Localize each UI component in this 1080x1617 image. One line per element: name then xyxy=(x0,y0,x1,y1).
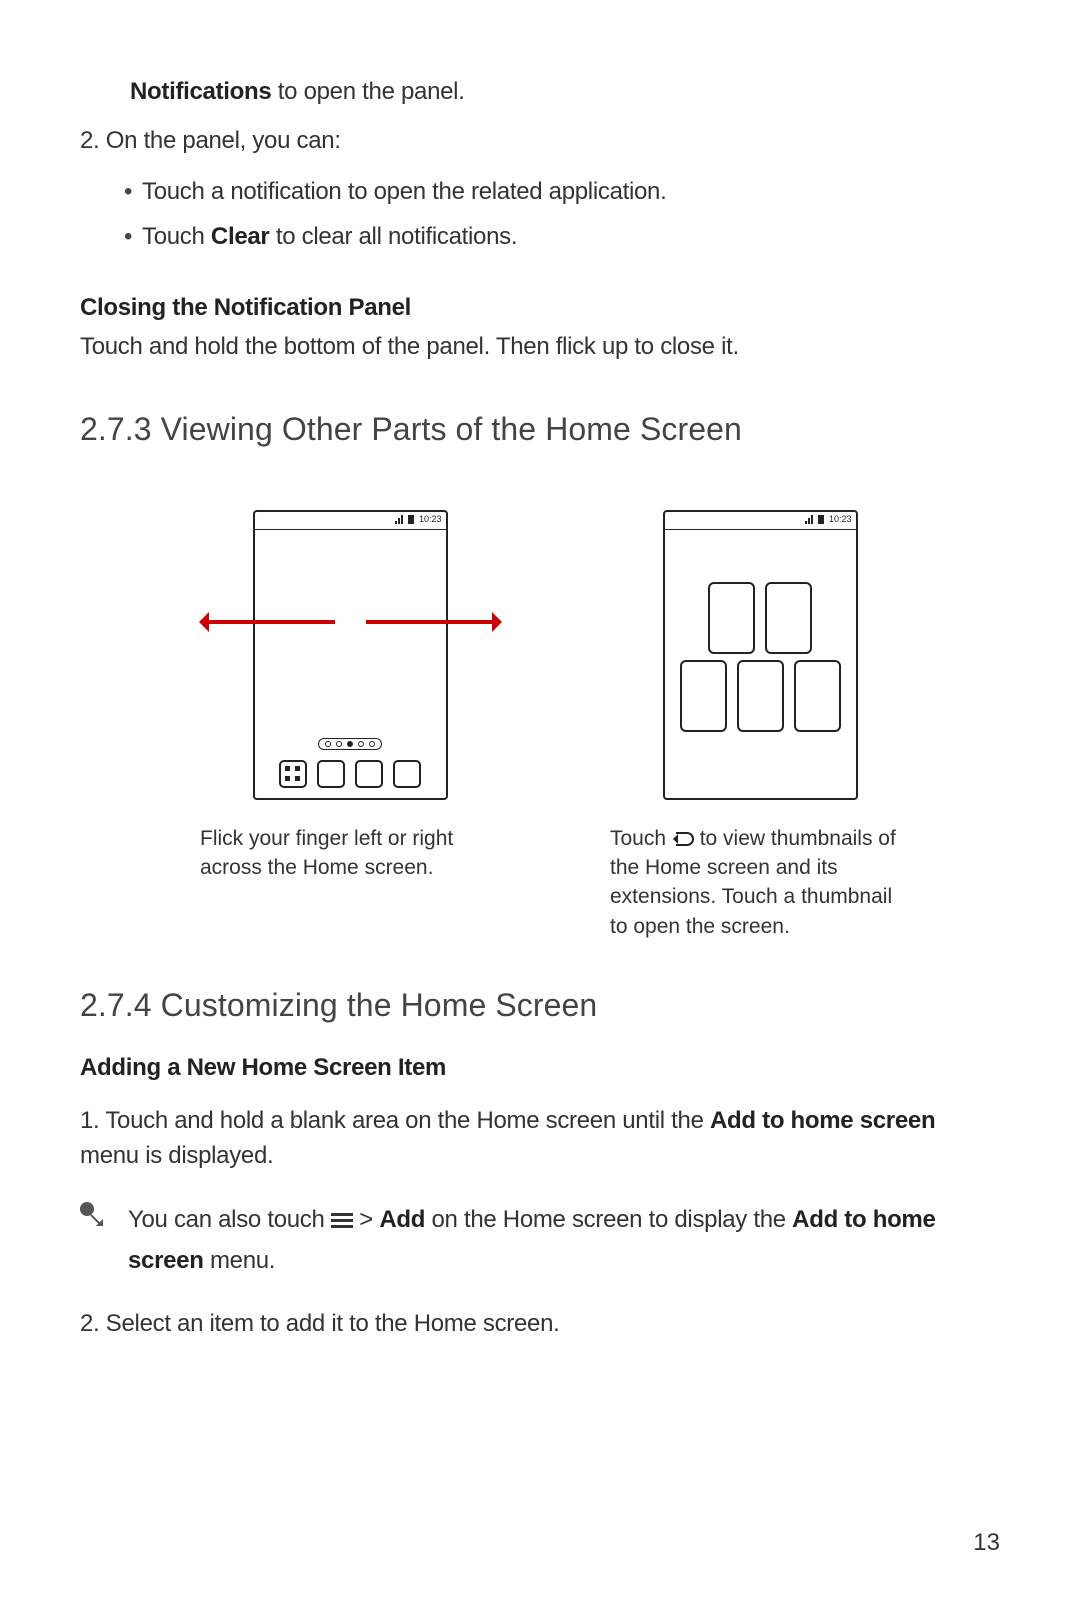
dock-row xyxy=(255,760,446,788)
page-number: 13 xyxy=(973,1529,1000,1557)
caption-thumbnails: Touch to view thumbnails of the Home scr… xyxy=(610,824,910,942)
phone-outline-right: 10:23 xyxy=(663,510,858,800)
swipe-arrow-right-icon xyxy=(366,620,496,624)
step-2-intro: 2. On the panel, you can: xyxy=(80,124,1000,159)
status-time: 10:23 xyxy=(829,514,852,524)
thumbnail-grid xyxy=(665,582,856,782)
tip-block: You can also touch > Add on the Home scr… xyxy=(80,1200,1000,1282)
thumbnail xyxy=(708,582,755,654)
fragment-line: Notifications to open the panel. xyxy=(80,75,1000,110)
bullet-clear: Touch Clear to clear all notifications. xyxy=(142,214,1000,260)
phone-outline-left: 10:23 xyxy=(253,510,448,800)
battery-icon xyxy=(818,515,824,524)
section-2-7-4: 2.7.4 Customizing the Home Screen xyxy=(80,987,1000,1024)
dock-slot xyxy=(317,760,345,788)
status-time: 10:23 xyxy=(419,514,442,524)
tip-icon xyxy=(80,1202,110,1232)
bullet-open-app: Touch a notification to open the related… xyxy=(142,169,1000,215)
add-step-1: 1. Touch and hold a blank area on the Ho… xyxy=(80,1104,1000,1174)
menu-icon xyxy=(331,1210,353,1231)
swipe-arrow-left-icon xyxy=(205,620,335,624)
back-icon xyxy=(672,832,694,846)
add-step-2: 2. Select an item to add it to the Home … xyxy=(80,1307,1000,1342)
figure-thumbnails: 10:23 Touch to view thumbnails of the Ho… xyxy=(610,510,910,942)
fragment-rest: to open the panel. xyxy=(271,78,464,105)
page-indicator xyxy=(318,738,382,750)
thumbnail xyxy=(794,660,841,732)
dock-slot xyxy=(393,760,421,788)
tip-text: You can also touch > Add on the Home scr… xyxy=(128,1200,1000,1282)
dock-slot xyxy=(355,760,383,788)
battery-icon xyxy=(408,515,414,524)
thumbnail xyxy=(765,582,812,654)
adding-item-head: Adding a New Home Screen Item xyxy=(80,1054,1000,1082)
closing-panel-head: Closing the Notification Panel xyxy=(80,294,1000,322)
fragment-bold: Notifications xyxy=(130,78,271,105)
thumbnail xyxy=(680,660,727,732)
signal-icon xyxy=(805,515,815,524)
status-bar: 10:23 xyxy=(665,512,856,530)
apps-icon xyxy=(279,760,307,788)
closing-panel-body: Touch and hold the bottom of the panel. … xyxy=(80,330,1000,365)
panel-bullets: Touch a notification to open the related… xyxy=(80,169,1000,260)
figures-row: 10:23 Flick your finger left or right ac… xyxy=(80,510,1000,942)
thumbnail xyxy=(737,660,784,732)
section-2-7-3: 2.7.3 Viewing Other Parts of the Home Sc… xyxy=(80,411,1000,448)
signal-icon xyxy=(395,515,405,524)
status-bar: 10:23 xyxy=(255,512,446,530)
figure-flick: 10:23 Flick your finger left or right ac… xyxy=(200,510,500,942)
caption-flick: Flick your finger left or right across t… xyxy=(200,824,500,883)
